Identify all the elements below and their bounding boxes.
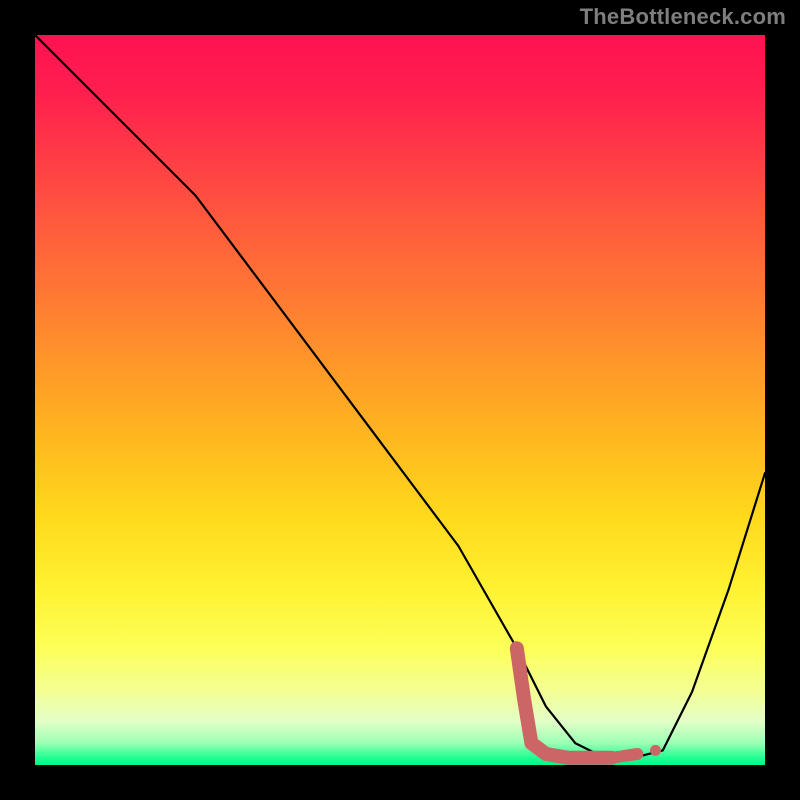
highlight-dot-b — [650, 745, 661, 756]
main-curve — [35, 35, 765, 758]
watermark-text: TheBottleneck.com — [580, 4, 786, 30]
chart-svg — [35, 35, 765, 765]
chart-plot-area — [35, 35, 765, 765]
highlight-segment — [517, 648, 612, 758]
highlight-dash — [623, 754, 638, 756]
